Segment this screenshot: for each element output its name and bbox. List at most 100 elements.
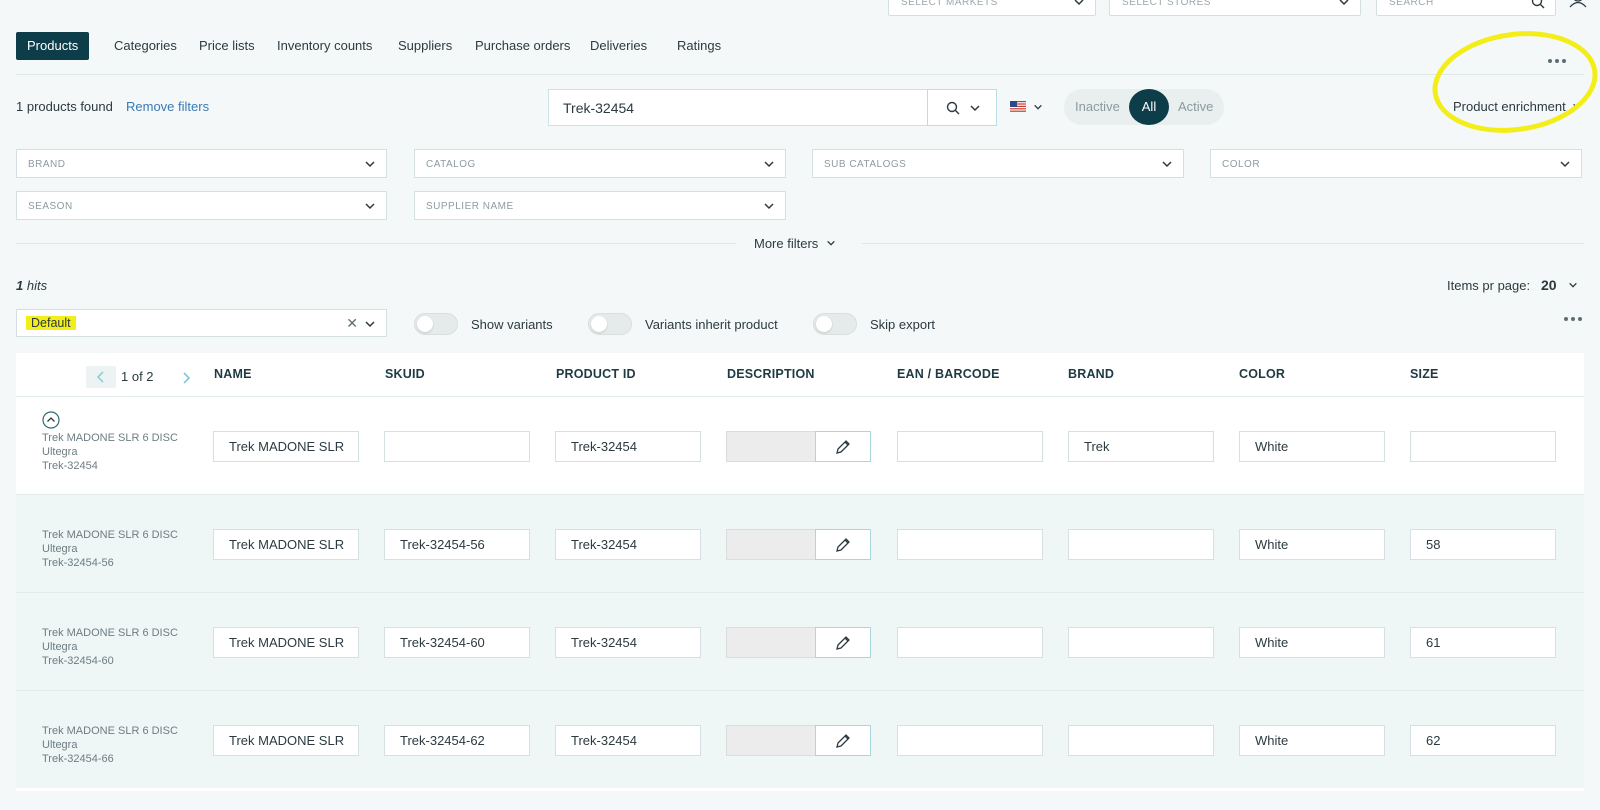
status-active[interactable]: Active xyxy=(1178,99,1213,114)
ean-field[interactable] xyxy=(897,627,1043,658)
search-mode-button[interactable] xyxy=(927,89,997,126)
size-field[interactable]: 62 xyxy=(1410,725,1556,756)
edit-description-button[interactable] xyxy=(815,627,871,658)
name-field[interactable]: Trek MADONE SLR xyxy=(213,431,359,462)
view-preset-select[interactable]: Default ✕ xyxy=(16,309,387,337)
size-field[interactable] xyxy=(1410,431,1556,462)
row-code: Trek-32454 xyxy=(42,460,98,472)
pencil-icon xyxy=(836,636,850,650)
product-id-field[interactable]: Trek-32454 xyxy=(555,529,701,560)
name-field[interactable]: Trek MADONE SLR xyxy=(213,529,359,560)
ean-field[interactable] xyxy=(897,431,1043,462)
variants-inherit-toggle[interactable] xyxy=(588,313,632,335)
row-title-text: Trek MADONE SLR 6 DISC Ultegra xyxy=(42,529,178,555)
brand-filter[interactable]: BRAND xyxy=(16,149,387,178)
tab-purchase-orders[interactable]: Purchase orders xyxy=(464,32,581,60)
name-field[interactable]: Trek MADONE SLR xyxy=(213,627,359,658)
clear-icon[interactable]: ✕ xyxy=(346,315,358,332)
brand-field[interactable]: Trek xyxy=(1068,431,1214,462)
language-selector[interactable] xyxy=(1010,99,1046,115)
brand-filter-label: BRAND xyxy=(28,159,66,170)
skip-export-label: Skip export xyxy=(870,317,936,332)
skip-export-toggle[interactable] xyxy=(813,313,857,335)
header-brand[interactable]: BRAND xyxy=(1068,367,1114,381)
pencil-icon xyxy=(836,538,850,552)
row-title-text: Trek MADONE SLR 6 DISC Ultegra xyxy=(42,725,178,751)
ean-field[interactable] xyxy=(897,725,1043,756)
tab-products[interactable]: Products xyxy=(16,32,90,60)
color-field[interactable]: White xyxy=(1239,725,1385,756)
brand-field[interactable] xyxy=(1068,627,1214,658)
tab-suppliers[interactable]: Suppliers xyxy=(387,32,463,60)
color-field[interactable]: White xyxy=(1239,529,1385,560)
size-field[interactable]: 61 xyxy=(1410,627,1556,658)
more-filters-button[interactable]: More filters xyxy=(754,236,836,251)
search-icon xyxy=(946,101,960,115)
header-skuid[interactable]: SKUID xyxy=(385,367,425,381)
table-options-icon[interactable] xyxy=(1564,317,1582,321)
nav-divider xyxy=(16,74,1584,75)
skuid-field[interactable]: Trek-32454-56 xyxy=(384,529,530,560)
show-variants-toggle[interactable] xyxy=(414,313,458,335)
product-search-field[interactable] xyxy=(548,89,928,126)
remove-filters-link[interactable]: Remove filters xyxy=(126,99,209,114)
tab-categories[interactable]: Categories xyxy=(103,32,188,60)
row-code: Trek-32454-66 xyxy=(42,753,114,765)
chevron-down-icon xyxy=(827,240,835,246)
header-size[interactable]: SIZE xyxy=(1410,367,1439,381)
description-preview xyxy=(726,529,816,560)
chevron-right-icon[interactable] xyxy=(180,371,192,385)
collapse-icon[interactable] xyxy=(42,411,60,429)
chevron-down-icon xyxy=(970,105,980,112)
tab-ratings[interactable]: Ratings xyxy=(666,32,732,60)
product-search-input[interactable] xyxy=(549,90,927,125)
season-filter[interactable]: SEASON xyxy=(16,191,387,220)
select-stores[interactable]: SELECT STORES xyxy=(1109,0,1361,16)
select-markets[interactable]: SELECT MARKETS xyxy=(888,0,1096,16)
pencil-icon xyxy=(836,734,850,748)
prev-page-button[interactable] xyxy=(86,366,116,388)
catalog-filter[interactable]: CATALOG xyxy=(414,149,786,178)
skuid-field[interactable]: Trek-32454-62 xyxy=(384,725,530,756)
global-search-placeholder: SEARCH xyxy=(1389,0,1434,8)
highlight-annotation xyxy=(1425,20,1600,144)
edit-description-button[interactable] xyxy=(815,431,871,462)
status-all[interactable]: All xyxy=(1129,89,1169,125)
global-search-input[interactable]: SEARCH xyxy=(1376,0,1556,16)
skuid-field[interactable] xyxy=(384,431,530,462)
row-title: Trek MADONE SLR 6 DISC Ultegra Trek-32454… xyxy=(42,528,182,570)
header-product-id[interactable]: PRODUCT ID xyxy=(556,367,636,381)
pager-text: 1 of 2 xyxy=(121,369,154,384)
tab-deliveries[interactable]: Deliveries xyxy=(579,32,658,60)
sub-catalogs-filter[interactable]: SUB CATALOGS xyxy=(812,149,1184,178)
edit-description-button[interactable] xyxy=(815,725,871,756)
color-filter[interactable]: COLOR xyxy=(1210,149,1582,178)
brand-field[interactable] xyxy=(1068,725,1214,756)
color-field[interactable]: White xyxy=(1239,627,1385,658)
status-inactive[interactable]: Inactive xyxy=(1075,99,1120,114)
edit-description-button[interactable] xyxy=(815,529,871,560)
header-name[interactable]: NAME xyxy=(214,367,252,381)
ean-field[interactable] xyxy=(897,529,1043,560)
skuid-field[interactable]: Trek-32454-60 xyxy=(384,627,530,658)
brand-field[interactable] xyxy=(1068,529,1214,560)
variants-inherit-label: Variants inherit product xyxy=(645,317,778,332)
items-per-page-select[interactable]: 20 xyxy=(1541,277,1583,293)
color-field[interactable]: White xyxy=(1239,431,1385,462)
tab-price-lists[interactable]: Price lists xyxy=(188,32,266,60)
product-id-field[interactable]: Trek-32454 xyxy=(555,725,701,756)
size-field[interactable]: 58 xyxy=(1410,529,1556,560)
header-description[interactable]: DESCRIPTION xyxy=(727,367,815,381)
header-color[interactable]: COLOR xyxy=(1239,367,1285,381)
name-field[interactable]: Trek MADONE SLR xyxy=(213,725,359,756)
chevron-down-icon xyxy=(764,203,774,210)
supplier-name-filter[interactable]: SUPPLIER NAME xyxy=(414,191,786,220)
row-title-text: Trek MADONE SLR 6 DISC Ultegra xyxy=(42,627,178,653)
tab-inventory-counts[interactable]: Inventory counts xyxy=(266,32,383,60)
product-id-field[interactable]: Trek-32454 xyxy=(555,431,701,462)
product-id-field[interactable]: Trek-32454 xyxy=(555,627,701,658)
hits-suffix: hits xyxy=(23,278,48,293)
user-icon[interactable] xyxy=(1568,0,1590,8)
header-ean[interactable]: EAN / BARCODE xyxy=(897,367,1000,381)
products-table: 1 of 2 NAME SKUID PRODUCT ID DESCRIPTION… xyxy=(16,353,1584,791)
